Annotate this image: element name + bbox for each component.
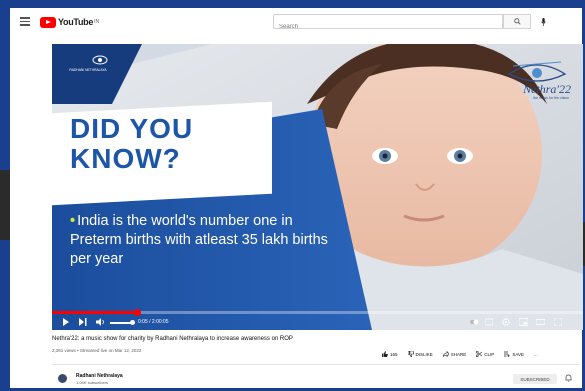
- microphone-icon: [541, 17, 546, 26]
- share-arrow-icon: [442, 351, 449, 357]
- channel-watermark-text: RADHANI NETHRALAYA: [69, 68, 107, 72]
- youtube-logo-text: YouTube: [58, 17, 94, 27]
- fact-text: • India is the world's number one in Pret…: [70, 212, 330, 269]
- subscribe-button[interactable]: SUBSCRIBED: [513, 374, 557, 384]
- player-controls: 0:05 / 2:00:05: [52, 315, 583, 330]
- brand-name: Nethra'22: [523, 82, 571, 96]
- country-code: IN: [94, 19, 100, 25]
- search-box: [273, 14, 503, 33]
- volume-icon[interactable]: [96, 318, 105, 326]
- dislike-label: DISLIKE: [415, 351, 433, 357]
- brand-tagline: the music for the vision: [533, 96, 569, 100]
- dislike-button[interactable]: DISLIKE: [407, 351, 433, 357]
- more-actions-button[interactable]: ...: [534, 352, 538, 357]
- thumbs-up-icon: [382, 351, 388, 357]
- channel-watermark-logo: [70, 52, 130, 82]
- scissors-icon: [476, 351, 483, 357]
- playlist-add-icon: [504, 351, 511, 357]
- progress-bar[interactable]: [52, 309, 583, 316]
- frame-top-border: [0, 0, 585, 8]
- bullet-dot-icon: •: [70, 213, 76, 229]
- channel-name[interactable]: Radhani Nethralaya: [76, 373, 123, 379]
- masthead: YouTube IN: [10, 8, 582, 36]
- save-label: SAVE: [512, 351, 524, 357]
- volume-slider[interactable]: [110, 322, 132, 324]
- progress-fill: [52, 311, 137, 314]
- youtube-play-icon: [40, 16, 56, 28]
- headline-line-2: KNOW?: [70, 143, 181, 174]
- thumbs-down-icon: [407, 351, 414, 357]
- fact-text-body: India is the world's number one in Prete…: [70, 213, 328, 267]
- hamburger-menu-icon[interactable]: [20, 17, 30, 26]
- like-count: 165: [390, 351, 398, 357]
- frame-stub-left: [0, 170, 10, 240]
- search-input[interactable]: [274, 21, 502, 33]
- headline-text: DID YOU KNOW?: [70, 114, 193, 174]
- notification-bell-icon[interactable]: [565, 374, 572, 382]
- share-button[interactable]: SHARE: [442, 351, 467, 357]
- clip-button[interactable]: CLIP: [476, 351, 494, 357]
- next-icon[interactable]: [79, 318, 87, 326]
- autoplay-toggle-icon[interactable]: [470, 318, 478, 326]
- time-display: 0:05 / 2:00:05: [138, 319, 169, 325]
- voice-search-button[interactable]: [538, 16, 549, 27]
- channel-avatar[interactable]: [58, 374, 67, 383]
- theater-mode-icon[interactable]: [536, 318, 545, 326]
- save-button[interactable]: SAVE: [504, 351, 524, 357]
- subtitles-icon[interactable]: [485, 318, 493, 326]
- video-actions: 165 DISLIKE SHARE CLIP SAVE ...: [382, 349, 538, 359]
- search-button[interactable]: [503, 14, 531, 29]
- fullscreen-icon[interactable]: [554, 318, 562, 326]
- video-title: Nethra'22: a music show for charity by R…: [52, 336, 293, 342]
- more-actions-icon: ...: [533, 351, 538, 357]
- volume-knob[interactable]: [130, 320, 135, 325]
- search-icon: [513, 18, 521, 25]
- like-button[interactable]: 165: [382, 351, 398, 357]
- youtube-logo[interactable]: YouTube IN: [40, 16, 99, 28]
- headline-line-1: DID YOU: [70, 113, 194, 144]
- subscriber-count: 1.04K subscribers: [76, 380, 109, 385]
- section-divider: [52, 364, 580, 365]
- settings-gear-icon[interactable]: [502, 318, 510, 326]
- miniplayer-icon[interactable]: [519, 318, 528, 326]
- share-label: SHARE: [450, 351, 467, 357]
- play-icon[interactable]: [62, 318, 70, 326]
- clip-label: CLIP: [484, 351, 495, 357]
- eye-logo-icon: [92, 55, 108, 65]
- video-meta: 2,391 views • Streamed live on Mar 12, 2…: [52, 348, 142, 353]
- video-player[interactable]: RADHANI NETHRALAYA Nethra'22 the music f…: [52, 44, 583, 330]
